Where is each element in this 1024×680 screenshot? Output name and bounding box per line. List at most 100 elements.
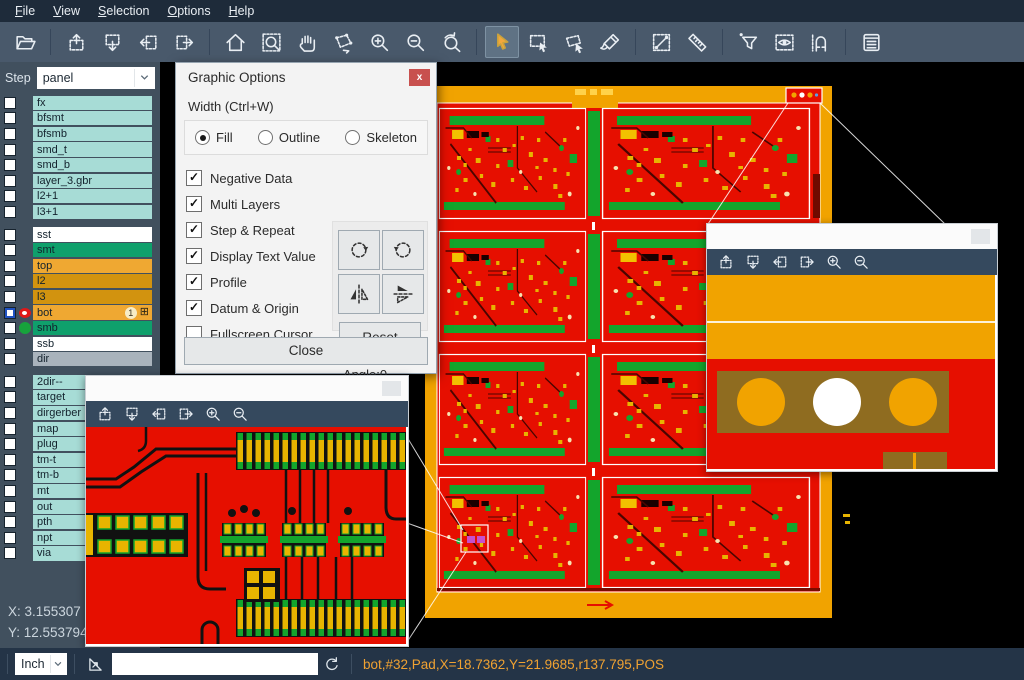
layer-row-bfsmb[interactable]: bfsmb	[0, 126, 160, 142]
layer-visibility-checkbox[interactable]	[4, 128, 16, 140]
rotate-cw-button[interactable]	[338, 230, 380, 270]
inset-title-bar[interactable]	[707, 224, 997, 249]
inset-window-button[interactable]	[382, 381, 401, 396]
inset-pan-left-button[interactable]	[145, 403, 172, 425]
layer-visibility-checkbox[interactable]	[4, 469, 16, 481]
layer-row-l3-1[interactable]: l3+1	[0, 204, 160, 220]
corner-origin-icon[interactable]	[82, 652, 108, 676]
layer-row-layer-3-gbr[interactable]: layer_3.gbr	[0, 173, 160, 189]
layer-visibility-checkbox[interactable]	[4, 532, 16, 544]
layer-visibility-checkbox[interactable]	[4, 391, 16, 403]
layer-visibility-checkbox[interactable]	[4, 454, 16, 466]
layer-name[interactable]: bfsmb	[33, 127, 152, 141]
select-cursor-button[interactable]	[485, 26, 519, 58]
chevron-down-icon[interactable]	[134, 69, 153, 87]
inset-pan-up-button[interactable]	[91, 403, 118, 425]
pan-hand-button[interactable]	[290, 26, 324, 58]
layer-name[interactable]: top	[33, 259, 152, 273]
layer-row-smb[interactable]: smb	[0, 320, 160, 336]
rotate-ccw-button[interactable]	[382, 230, 424, 270]
layer-name[interactable]: ssb	[33, 337, 152, 351]
inset-window-button[interactable]	[971, 229, 990, 244]
layer-row-top[interactable]: top	[0, 258, 160, 274]
dialog-title-bar[interactable]: Graphic Options x	[176, 63, 436, 91]
layer-name[interactable]: layer_3.gbr	[33, 174, 152, 188]
layer-row-bfsmt[interactable]: bfsmt	[0, 111, 160, 127]
layer-name[interactable]: bot1⊞	[33, 305, 152, 319]
layer-row-l2-1[interactable]: l2+1	[0, 189, 160, 205]
layer-name[interactable]: smt	[33, 243, 152, 257]
layer-row-bot[interactable]: bot1⊞	[0, 305, 160, 321]
layer-visibility-checkbox[interactable]	[4, 291, 16, 303]
zoom-previous-button[interactable]	[434, 26, 468, 58]
layer-visibility-checkbox[interactable]	[4, 547, 16, 559]
inset-zoom-out-button[interactable]	[847, 251, 874, 273]
report-button[interactable]	[854, 26, 888, 58]
layer-visibility-checkbox[interactable]	[4, 407, 16, 419]
inset-zoom-in-button[interactable]	[820, 251, 847, 273]
layer-visibility-checkbox[interactable]	[4, 244, 16, 256]
radio-circle[interactable]	[195, 130, 210, 145]
chevron-down-icon[interactable]	[50, 655, 65, 673]
menu-options[interactable]: Options	[158, 2, 219, 20]
zoom-polygon-button[interactable]	[326, 26, 360, 58]
layer-visibility-checkbox[interactable]	[4, 175, 16, 187]
inset-title-bar[interactable]	[86, 376, 408, 401]
layer-visibility-checkbox[interactable]	[4, 206, 16, 218]
layer-row-l3[interactable]: l3	[0, 289, 160, 305]
clean-brush-button[interactable]	[593, 26, 627, 58]
close-icon[interactable]: x	[409, 69, 430, 86]
layer-visibility-checkbox[interactable]	[4, 97, 16, 109]
menu-view[interactable]: View	[44, 2, 89, 20]
layer-name[interactable]: l2	[33, 274, 152, 288]
filter-button[interactable]	[731, 26, 765, 58]
zoom-out-button[interactable]	[398, 26, 432, 58]
layer-visibility-checkbox[interactable]	[4, 516, 16, 528]
view-options-button[interactable]	[767, 26, 801, 58]
snap-button[interactable]	[803, 26, 837, 58]
radio-outline[interactable]: Outline	[258, 130, 320, 145]
layer-visibility-checkbox[interactable]	[4, 112, 16, 124]
step-dropdown[interactable]: panel	[37, 67, 155, 89]
select-rectangle-button[interactable]	[521, 26, 555, 58]
close-button[interactable]: Close	[184, 337, 428, 365]
menu-file[interactable]: File	[6, 2, 44, 20]
measure-distance-button[interactable]	[644, 26, 678, 58]
layer-visibility-checkbox[interactable]	[4, 423, 16, 435]
layer-visibility-checkbox[interactable]	[4, 159, 16, 171]
pan-left-button[interactable]	[131, 26, 165, 58]
command-input[interactable]	[112, 653, 318, 675]
inset-pan-down-button[interactable]	[118, 403, 145, 425]
layer-name[interactable]: bfsmt	[33, 111, 152, 125]
layer-row-fx[interactable]: fx	[0, 95, 160, 111]
radio-skeleton[interactable]: Skeleton	[345, 130, 417, 145]
checkbox-box[interactable]: ✓	[186, 248, 202, 264]
layer-visibility-checkbox[interactable]	[4, 144, 16, 156]
inset-viewport[interactable]	[86, 427, 408, 644]
zoom-window-button[interactable]	[254, 26, 288, 58]
checkbox-box[interactable]: ✓	[186, 170, 202, 186]
layer-visibility-checkbox[interactable]	[4, 229, 16, 241]
pan-up-button[interactable]	[59, 26, 93, 58]
dialog-checkbox-multi-layers[interactable]: ✓Multi Layers	[186, 191, 436, 217]
checkbox-box[interactable]: ✓	[186, 300, 202, 316]
layer-name[interactable]: smd_b	[33, 158, 152, 172]
unit-dropdown[interactable]: Inch	[15, 653, 67, 675]
radio-circle[interactable]	[345, 130, 360, 145]
layer-row-l2[interactable]: l2	[0, 274, 160, 290]
menu-selection[interactable]: Selection	[89, 2, 158, 20]
layer-visibility-checkbox[interactable]	[4, 501, 16, 513]
checkbox-box[interactable]: ✓	[186, 222, 202, 238]
layer-visibility-checkbox[interactable]	[4, 376, 16, 388]
layer-row-smt[interactable]: smt	[0, 242, 160, 258]
mirror-vertical-button[interactable]	[338, 274, 380, 314]
inset-pan-right-button[interactable]	[172, 403, 199, 425]
select-polygon-button[interactable]	[557, 26, 591, 58]
inset-pan-up-button[interactable]	[712, 251, 739, 273]
pan-down-button[interactable]	[95, 26, 129, 58]
layer-name[interactable]: l3	[33, 290, 152, 304]
layer-row-smd-b[interactable]: smd_b	[0, 157, 160, 173]
inset-zoom-in-button[interactable]	[199, 403, 226, 425]
inset-viewport[interactable]	[707, 275, 997, 469]
layer-visibility-checkbox[interactable]	[4, 307, 16, 319]
